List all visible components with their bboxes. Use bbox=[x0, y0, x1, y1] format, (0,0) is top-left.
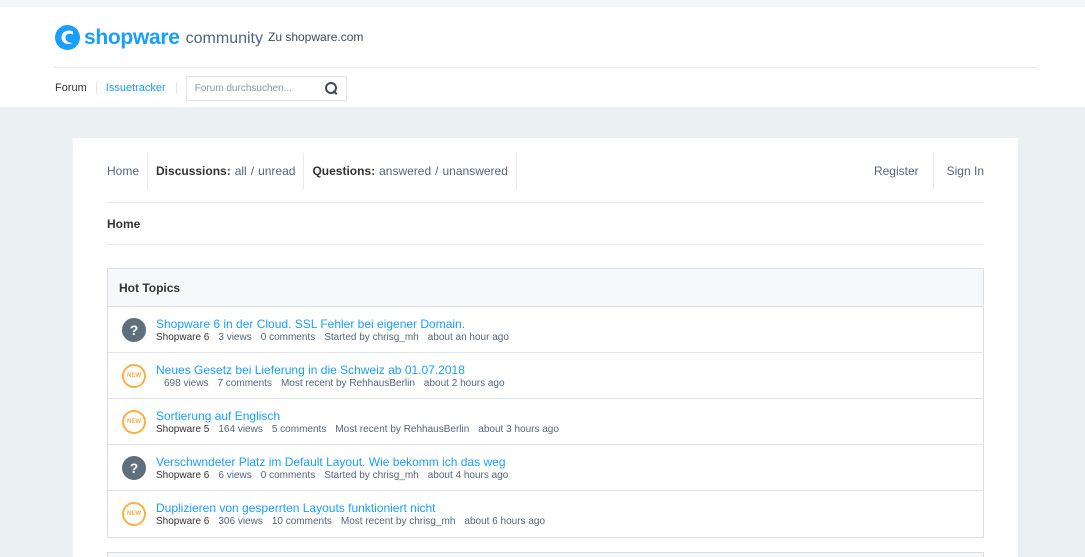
author-name[interactable]: chrisg_mh bbox=[409, 516, 455, 527]
topic-meta: 698 views 7 comments Most recent by Rehhau… bbox=[156, 378, 514, 389]
author-name[interactable]: chrisg_mh bbox=[373, 470, 419, 481]
site-header: shopware community Zu shopware.com Forum… bbox=[0, 7, 1085, 107]
register-link[interactable]: Register bbox=[874, 164, 919, 178]
author-prefix: Most recent by bbox=[335, 424, 401, 435]
nav-questions-segment: Questions: answered / unanswered bbox=[312, 153, 517, 189]
separator: / bbox=[435, 164, 439, 178]
topic-views: 306 views bbox=[218, 516, 263, 527]
shopware-logo[interactable]: shopware community bbox=[55, 23, 263, 51]
topic-views: 3 views bbox=[218, 332, 252, 343]
topic-category[interactable]: Shopware 5 bbox=[156, 424, 209, 435]
breadcrumb-divider bbox=[107, 244, 984, 245]
topic-comments: 5 comments bbox=[271, 424, 327, 435]
topic-views: 164 views bbox=[218, 424, 263, 435]
new-icon: NEW bbox=[122, 364, 146, 388]
topic-time: about 4 hours ago bbox=[427, 470, 509, 481]
topic-time: about 3 hours ago bbox=[478, 424, 559, 435]
topic-row: NEW Duplizieren von gesperrten Layouts fu… bbox=[108, 491, 983, 537]
topic-title-link[interactable]: Sortierung auf Englisch bbox=[156, 409, 280, 423]
topic-author: Started by chrisg_mh bbox=[324, 332, 419, 343]
new-icon: NEW bbox=[122, 410, 146, 434]
discussions-label: Discussions: bbox=[156, 164, 231, 178]
logo-word: shopware bbox=[84, 25, 180, 49]
topic-comments: 0 comments bbox=[260, 332, 316, 343]
topic-comments: 0 comments bbox=[260, 470, 316, 481]
topic-comments: 10 comments bbox=[271, 516, 332, 527]
account-links: Register Sign In bbox=[874, 153, 984, 189]
topic-title-link[interactable]: Duplizieren von gesperrten Layouts funkt… bbox=[156, 501, 436, 515]
topic-category[interactable]: Shopware 6 bbox=[156, 332, 209, 343]
nav-home-segment: Home bbox=[107, 153, 149, 189]
zu-shopware-link[interactable]: Zu shopware.com bbox=[268, 30, 363, 44]
topic-author: Started by chrisg_mh bbox=[324, 470, 419, 481]
nav-discussions-segment: Discussions: all / unread bbox=[156, 153, 305, 189]
topic-row: ? Verschwndeter Platz im Default Layout. … bbox=[108, 445, 983, 491]
topic-views: 6 views bbox=[218, 470, 252, 481]
sign-in-link[interactable]: Sign In bbox=[947, 164, 984, 178]
sub-navigation: Forum Issuetracker bbox=[55, 75, 347, 101]
discussions-all-link[interactable]: all bbox=[235, 164, 247, 178]
topic-meta: Shopware 6 306 views 10 comments Most recen… bbox=[156, 516, 554, 527]
topic-meta: Shopware 6 3 views 0 comments Started by ch… bbox=[156, 332, 518, 343]
register-wrap: Register bbox=[874, 153, 934, 189]
topic-author: Most recent by chrisg_mh bbox=[341, 516, 456, 527]
topic-time: about 6 hours ago bbox=[464, 516, 546, 527]
next-panel-edge bbox=[107, 552, 984, 557]
sign-in-wrap: Sign In bbox=[934, 164, 984, 178]
author-name[interactable]: chrisg_mh bbox=[373, 332, 419, 343]
author-name[interactable]: RehhausBerlin bbox=[404, 424, 470, 435]
question-icon: ? bbox=[122, 318, 146, 342]
topic-row: NEW Neues Gesetz bei Lieferung in die Sch… bbox=[108, 353, 983, 399]
forum-search bbox=[185, 75, 347, 101]
topic-author: Most recent by RehhausBerlin bbox=[281, 378, 415, 389]
topic-comments: 7 comments bbox=[217, 378, 272, 389]
author-name[interactable]: RehhausBerlin bbox=[349, 378, 415, 389]
author-prefix: Most recent by bbox=[280, 378, 347, 389]
topic-row: NEW Sortierung auf Englisch Shopware 5 164 … bbox=[108, 399, 983, 445]
nav-divider bbox=[107, 202, 984, 203]
questions-answered-link[interactable]: answered bbox=[379, 164, 431, 178]
shopware-logo-icon bbox=[55, 24, 80, 50]
new-icon: NEW bbox=[122, 502, 146, 526]
topic-time: about 2 hours ago bbox=[423, 378, 505, 389]
nav-issuetracker[interactable]: Issuetracker bbox=[97, 82, 177, 94]
topic-time: about an hour ago bbox=[427, 332, 509, 343]
search-icon[interactable] bbox=[324, 81, 338, 95]
content-card: Home Discussions: all / unread Questions… bbox=[73, 138, 1018, 557]
topic-views: 698 views bbox=[164, 378, 209, 389]
topic-author: Most recent by RehhausBerlin bbox=[335, 424, 469, 435]
questions-unanswered-link[interactable]: unanswered bbox=[443, 164, 508, 178]
topic-title-link[interactable]: Neues Gesetz bei Lieferung in die Schwei… bbox=[156, 363, 465, 377]
hot-topics-heading: Hot Topics bbox=[108, 269, 983, 307]
nav-home[interactable]: Home bbox=[107, 164, 139, 178]
discussions-unread-link[interactable]: unread bbox=[258, 164, 295, 178]
topic-category[interactable]: Shopware 6 bbox=[156, 470, 209, 481]
main-navigation: Home Discussions: all / unread Questions… bbox=[107, 152, 984, 190]
topic-meta: Shopware 5 164 views 5 comments Most recent… bbox=[156, 424, 568, 435]
topic-category[interactable]: Shopware 6 bbox=[156, 516, 209, 527]
top-strip bbox=[0, 0, 1085, 7]
breadcrumb: Home bbox=[107, 217, 141, 231]
author-prefix: Started by bbox=[324, 470, 370, 481]
header-divider bbox=[54, 67, 1036, 68]
logo-sub: community bbox=[185, 30, 263, 47]
topic-row: ? Shopware 6 in der Cloud. SSL Fehler bei… bbox=[108, 307, 983, 353]
topic-meta: Shopware 6 6 views 0 comments Started by ch… bbox=[156, 470, 517, 481]
separator: / bbox=[250, 164, 255, 178]
hot-topics-panel: Hot Topics ? Shopware 6 in der Cloud. SSL… bbox=[107, 268, 984, 538]
topic-title-link[interactable]: Shopware 6 in der Cloud. SSL Fehler bei … bbox=[156, 317, 465, 331]
nav-forum[interactable]: Forum bbox=[55, 82, 97, 94]
topic-list: ? Shopware 6 in der Cloud. SSL Fehler bei… bbox=[108, 307, 983, 537]
topic-title-link[interactable]: Verschwndeter Platz im Default Layout. W… bbox=[156, 455, 506, 469]
questions-label: Questions: bbox=[312, 164, 376, 178]
search-input[interactable] bbox=[194, 82, 315, 94]
question-icon: ? bbox=[122, 456, 146, 480]
category-spacer bbox=[156, 378, 164, 389]
author-prefix: Started by bbox=[324, 332, 370, 343]
author-prefix: Most recent by bbox=[340, 516, 407, 527]
